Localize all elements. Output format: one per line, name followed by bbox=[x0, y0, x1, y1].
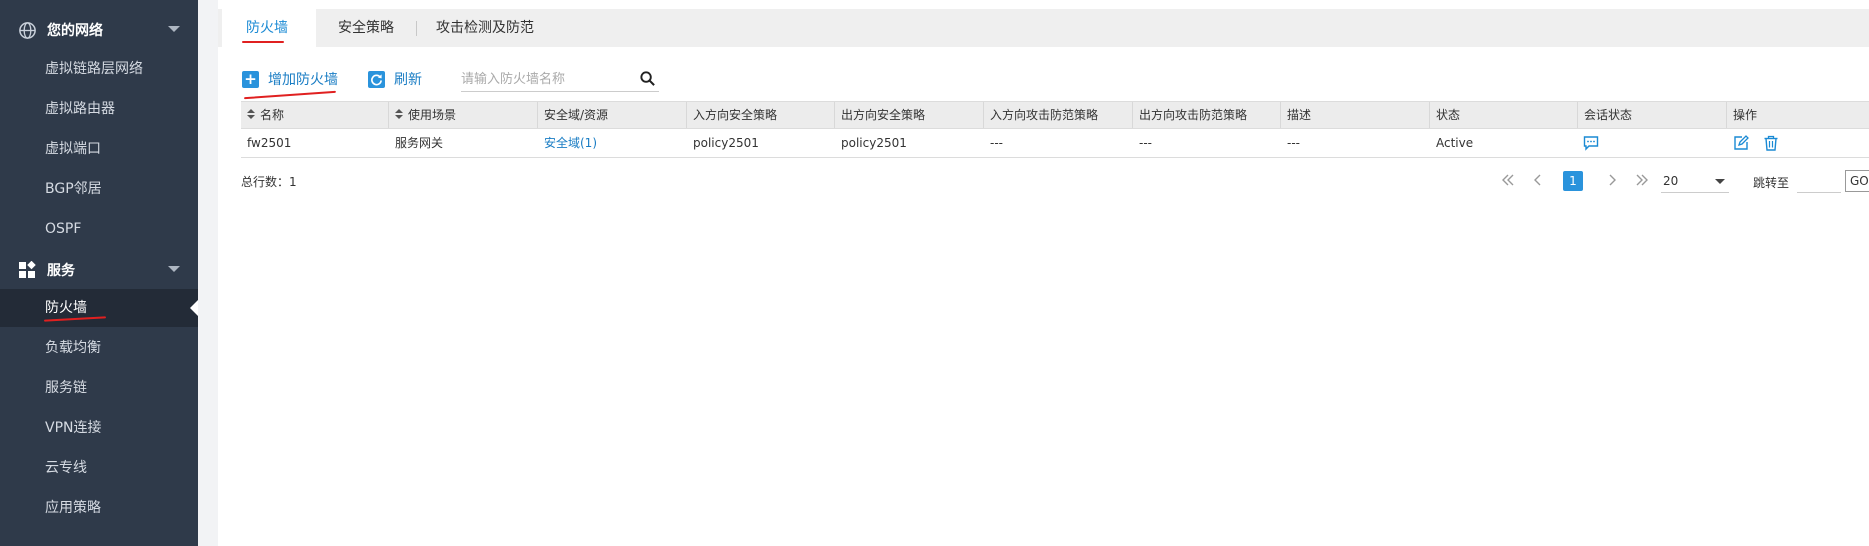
sidebar-item-virtual-port[interactable]: 虚拟端口 bbox=[0, 130, 198, 168]
table-header: 名称 使用场景 安全域/资源 入方向安全策略 出方向安全策略 入方向攻击防范策略… bbox=[241, 101, 1869, 129]
sidebar-item-cloud-line[interactable]: 云专线 bbox=[0, 449, 198, 487]
annotation-underline bbox=[244, 90, 336, 100]
jump-to-label: 跳转至 bbox=[1753, 176, 1790, 190]
column-header-status: 状态 bbox=[1430, 102, 1578, 128]
cell-status: Active bbox=[1436, 136, 1474, 150]
sidebar-group-services[interactable]: 服务 bbox=[0, 250, 198, 290]
cell-in-policy: policy2501 bbox=[693, 136, 759, 150]
sidebar-item-vpn[interactable]: VPN连接 bbox=[0, 409, 198, 447]
column-header-in-attack-policy: 入方向攻击防范策略 bbox=[984, 102, 1133, 128]
column-header-out-attack-policy: 出方向攻击防范策略 bbox=[1133, 102, 1281, 128]
main-content: 防火墙 安全策略 攻击检测及防范 + 增加防火墙 刷新 名称 使用场景 安全域/… bbox=[218, 0, 1869, 546]
sidebar-item-app-policy[interactable]: 应用策略 bbox=[0, 489, 198, 527]
sidebar-group-network[interactable]: 您的网络 bbox=[0, 10, 198, 50]
refresh-icon bbox=[368, 70, 385, 88]
sidebar-group-services-label: 服务 bbox=[47, 263, 75, 279]
sidebar-item-virtual-router[interactable]: 虚拟路由器 bbox=[0, 90, 198, 128]
sort-icon[interactable] bbox=[395, 109, 403, 120]
apps-grid-icon bbox=[17, 260, 37, 280]
prev-page-icon[interactable] bbox=[1529, 171, 1547, 189]
cell-security-zone: 安全域(1) bbox=[538, 129, 597, 157]
cell-name: fw2501 bbox=[247, 136, 292, 150]
plus-icon: + bbox=[242, 70, 259, 88]
cell-in-attack-policy: --- bbox=[990, 136, 1003, 150]
column-header-name[interactable]: 名称 bbox=[241, 102, 389, 128]
sidebar-item-firewall[interactable]: 防火墙 bbox=[0, 289, 198, 327]
sidebar-item-ospf[interactable]: OSPF bbox=[0, 210, 198, 248]
first-page-icon[interactable] bbox=[1499, 171, 1517, 189]
go-button[interactable]: GO bbox=[1845, 170, 1869, 192]
column-header-in-policy: 入方向安全策略 bbox=[687, 102, 835, 128]
refresh-button[interactable]: 刷新 bbox=[368, 69, 422, 89]
chevron-down-icon bbox=[168, 266, 180, 272]
table-row: fw2501 服务网关 安全域(1) policy2501 policy2501… bbox=[241, 129, 1869, 158]
column-header-actions: 操作 bbox=[1733, 108, 1758, 122]
column-header-description: 描述 bbox=[1281, 102, 1430, 128]
jump-page-input[interactable] bbox=[1797, 169, 1841, 193]
tab-separator bbox=[416, 21, 417, 36]
security-zone-link[interactable]: 安全域(1) bbox=[544, 136, 597, 150]
tab-bar: 防火墙 安全策略 攻击检测及防范 bbox=[218, 9, 1869, 47]
delete-icon[interactable] bbox=[1763, 135, 1779, 151]
page-size-select[interactable]: 20 bbox=[1661, 171, 1729, 193]
cell-description: --- bbox=[1287, 136, 1300, 150]
content-gutter bbox=[198, 0, 218, 546]
edit-icon[interactable] bbox=[1733, 135, 1749, 151]
search-input[interactable] bbox=[461, 66, 631, 90]
cell-out-policy: policy2501 bbox=[841, 136, 907, 150]
last-page-icon[interactable] bbox=[1633, 171, 1651, 189]
sidebar-group-network-label: 您的网络 bbox=[47, 23, 103, 39]
column-header-scene[interactable]: 使用场景 bbox=[389, 102, 538, 128]
add-firewall-button[interactable]: + 增加防火墙 bbox=[242, 69, 338, 89]
search-icon[interactable] bbox=[639, 70, 657, 88]
column-header-out-policy: 出方向安全策略 bbox=[835, 102, 984, 128]
chevron-down-icon bbox=[1715, 179, 1725, 184]
tab-security-policy[interactable]: 安全策略 bbox=[338, 9, 394, 47]
sidebar-item-load-balancing[interactable]: 负载均衡 bbox=[0, 329, 198, 367]
column-header-session-status: 会话状态 bbox=[1578, 102, 1727, 128]
search-field bbox=[461, 66, 659, 92]
session-chat-icon[interactable] bbox=[1583, 135, 1599, 151]
sidebar-item-service-chain[interactable]: 服务链 bbox=[0, 369, 198, 407]
annotation-underline bbox=[242, 41, 284, 43]
page-number-current[interactable]: 1 bbox=[1563, 171, 1583, 191]
cell-scene: 服务网关 bbox=[395, 136, 444, 150]
total-count: 总行数：1 bbox=[241, 175, 297, 189]
sidebar-item-bgp-neighbor[interactable]: BGP邻居 bbox=[0, 170, 198, 208]
column-header-security-zone: 安全域/资源 bbox=[538, 102, 687, 128]
tab-attack-detection[interactable]: 攻击检测及防范 bbox=[436, 9, 534, 47]
sidebar-item-virtual-link-network[interactable]: 虚拟链路层网络 bbox=[0, 50, 198, 88]
globe-icon bbox=[17, 20, 37, 40]
next-page-icon[interactable] bbox=[1603, 171, 1621, 189]
sort-icon[interactable] bbox=[247, 109, 255, 120]
chevron-down-icon bbox=[168, 26, 180, 32]
sidebar: 您的网络 虚拟链路层网络 虚拟路由器 虚拟端口 BGP邻居 OSPF 服务 防火… bbox=[0, 0, 198, 546]
cell-out-attack-policy: --- bbox=[1139, 136, 1152, 150]
